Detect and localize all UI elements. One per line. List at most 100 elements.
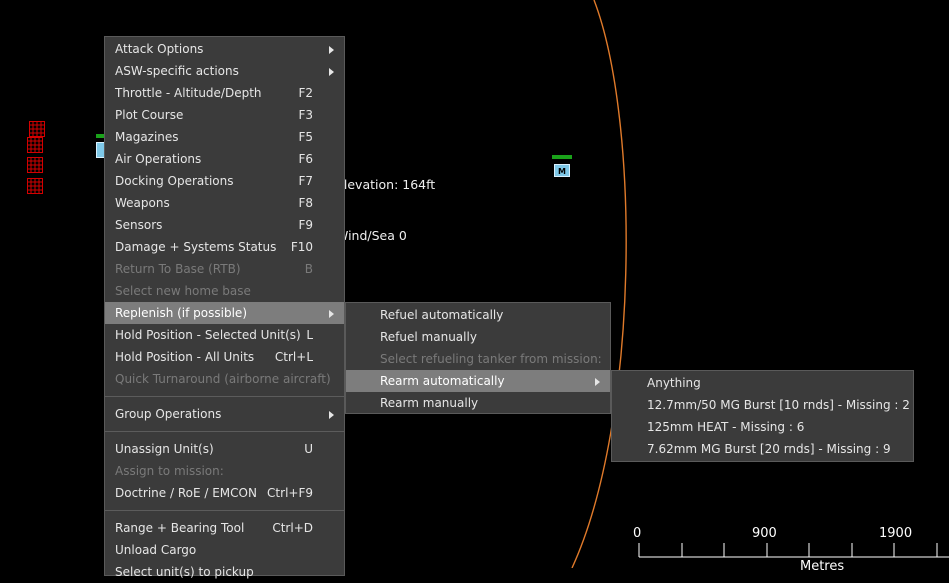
menu-item-label: Rearm manually [380,396,479,410]
menu-item-shortcut: Ctrl+F9 [267,486,313,500]
hostile-unit-icon[interactable] [27,178,43,194]
menu-item-unassign[interactable]: Unassign Unit(s) U [105,438,344,460]
menu-item-label: Unload Cargo [115,543,197,557]
scale-label-0: 0 [633,526,642,541]
menu-item-magazines[interactable]: Magazines F5 [105,126,344,148]
menu-item-shortcut: Ctrl+L [274,350,313,364]
submenu-arrow-icon [329,411,334,419]
menu-item-label: 7.62mm MG Burst [20 rnds] - Missing : 9 [647,442,891,456]
menu-item-shortcut: B [304,262,313,276]
menu-item-label: Attack Options [115,42,204,56]
scale-label-1900: 1900 [879,526,913,541]
hostile-unit-icon[interactable] [27,157,43,173]
menu-item-asw-actions[interactable]: ASW-specific actions [105,60,344,82]
menu-item-label: Unassign Unit(s) [115,442,214,456]
menu-item-refuel-auto[interactable]: Refuel automatically [346,304,610,326]
menu-item-rearm-anything[interactable]: Anything [612,372,913,394]
menu-item-label: Plot Course [115,108,184,122]
menu-item-unload-cargo[interactable]: Unload Cargo [105,539,344,561]
menu-item-refuel-manual[interactable]: Refuel manually [346,326,610,348]
menu-item-rearm-7-62mm[interactable]: 7.62mm MG Burst [20 rnds] - Missing : 9 [612,438,913,460]
menu-separator [105,431,344,432]
menu-item-rearm-12-7mm[interactable]: 12.7mm/50 MG Burst [10 rnds] - Missing :… [612,394,913,416]
menu-item-shortcut: L [306,328,313,342]
menu-item-shortcut: F10 [290,240,313,254]
menu-item-shortcut: F3 [298,108,313,122]
menu-item-label: Assign to mission: [115,464,224,478]
menu-item-rearm-auto[interactable]: Rearm automatically [346,370,610,392]
menu-item-label: 125mm HEAT - Missing : 6 [647,420,805,434]
menu-item-label: Replenish (if possible) [115,306,247,320]
menu-item-shortcut: F9 [298,218,313,232]
scale-unit-label: Metres [800,559,845,574]
menu-item-label: Hold Position - All Units [115,350,255,364]
menu-item-label: Select refueling tanker from mission: [380,352,602,366]
menu-item-shortcut: F2 [298,86,313,100]
scale-label-900: 900 [752,526,777,541]
range-ring [571,0,627,568]
hostile-unit-icon[interactable] [29,121,45,137]
menu-item-select-tanker: Select refueling tanker from mission: [346,348,610,370]
menu-item-label: Sensors [115,218,163,232]
menu-item-label: Throttle - Altitude/Depth [115,86,262,100]
menu-item-label: Range + Bearing Tool [115,521,245,535]
menu-item-shortcut: Ctrl+D [272,521,313,535]
submenu-arrow-icon [595,378,600,386]
menu-item-replenish[interactable]: Replenish (if possible) [105,302,344,324]
menu-item-plot-course[interactable]: Plot Course F3 [105,104,344,126]
menu-item-label: Docking Operations [115,174,234,188]
menu-item-quick-turnaround: Quick Turnaround (airborne aircraft) [105,368,344,390]
scale-bar [638,543,949,558]
menu-item-hold-selected[interactable]: Hold Position - Selected Unit(s) L [105,324,344,346]
rearm-submenu: Anything 12.7mm/50 MG Burst [10 rnds] - … [611,370,914,462]
menu-item-shortcut: F7 [298,174,313,188]
menu-item-shortcut: F5 [298,130,313,144]
menu-item-doctrine[interactable]: Doctrine / RoE / EMCON Ctrl+F9 [105,482,344,504]
menu-item-shortcut: F8 [298,196,313,210]
menu-item-range-bearing[interactable]: Range + Bearing Tool Ctrl+D [105,517,344,539]
menu-item-label: Air Operations [115,152,202,166]
menu-item-hold-all[interactable]: Hold Position - All Units Ctrl+L [105,346,344,368]
wind-sea-label: Wind/Sea 0 [336,228,407,243]
menu-item-label: Refuel manually [380,330,477,344]
menu-item-docking-operations[interactable]: Docking Operations F7 [105,170,344,192]
menu-item-label: Return To Base (RTB) [115,262,241,276]
menu-item-label: Damage + Systems Status [115,240,277,254]
menu-item-label: Rearm automatically [380,374,505,388]
menu-item-shortcut: U [304,442,313,456]
menu-item-select-pickup[interactable]: Select unit(s) to pickup [105,561,344,583]
menu-item-label: Doctrine / RoE / EMCON [115,486,257,500]
menu-item-rtb: Return To Base (RTB) B [105,258,344,280]
menu-item-label: Select unit(s) to pickup [115,565,254,579]
elevation-label: Elevation: 164ft [336,177,436,192]
menu-item-label: 12.7mm/50 MG Burst [10 rnds] - Missing :… [647,398,910,412]
menu-item-throttle[interactable]: Throttle - Altitude/Depth F2 [105,82,344,104]
menu-item-label: ASW-specific actions [115,64,239,78]
submenu-arrow-icon [329,68,334,76]
menu-item-group-operations[interactable]: Group Operations [105,403,344,425]
menu-separator [105,396,344,397]
menu-item-damage-status[interactable]: Damage + Systems Status F10 [105,236,344,258]
menu-item-label: Weapons [115,196,170,210]
submenu-arrow-icon [329,310,334,318]
menu-item-assign-mission: Assign to mission: [105,460,344,482]
menu-item-attack-options[interactable]: Attack Options [105,38,344,60]
menu-item-sensors[interactable]: Sensors F9 [105,214,344,236]
menu-separator [105,510,344,511]
friendly-unit-m-icon[interactable]: M [554,164,570,177]
hostile-unit-icon[interactable] [27,137,43,153]
menu-item-rearm-manual[interactable]: Rearm manually [346,392,610,414]
menu-item-label: Quick Turnaround (airborne aircraft) [115,372,331,386]
menu-item-label: Select new home base [115,284,251,298]
menu-item-label: Anything [647,376,701,390]
menu-item-rearm-125mm-heat[interactable]: 125mm HEAT - Missing : 6 [612,416,913,438]
menu-item-label: Magazines [115,130,179,144]
menu-item-shortcut: F6 [298,152,313,166]
menu-item-new-home-base: Select new home base [105,280,344,302]
menu-item-air-operations[interactable]: Air Operations F6 [105,148,344,170]
menu-item-label: Hold Position - Selected Unit(s) [115,328,301,342]
unit-status-bar [552,155,572,159]
menu-item-weapons[interactable]: Weapons F8 [105,192,344,214]
replenish-submenu: Refuel automatically Refuel manually Sel… [345,302,611,414]
unit-context-menu: Attack Options ASW-specific actions Thro… [104,36,345,579]
